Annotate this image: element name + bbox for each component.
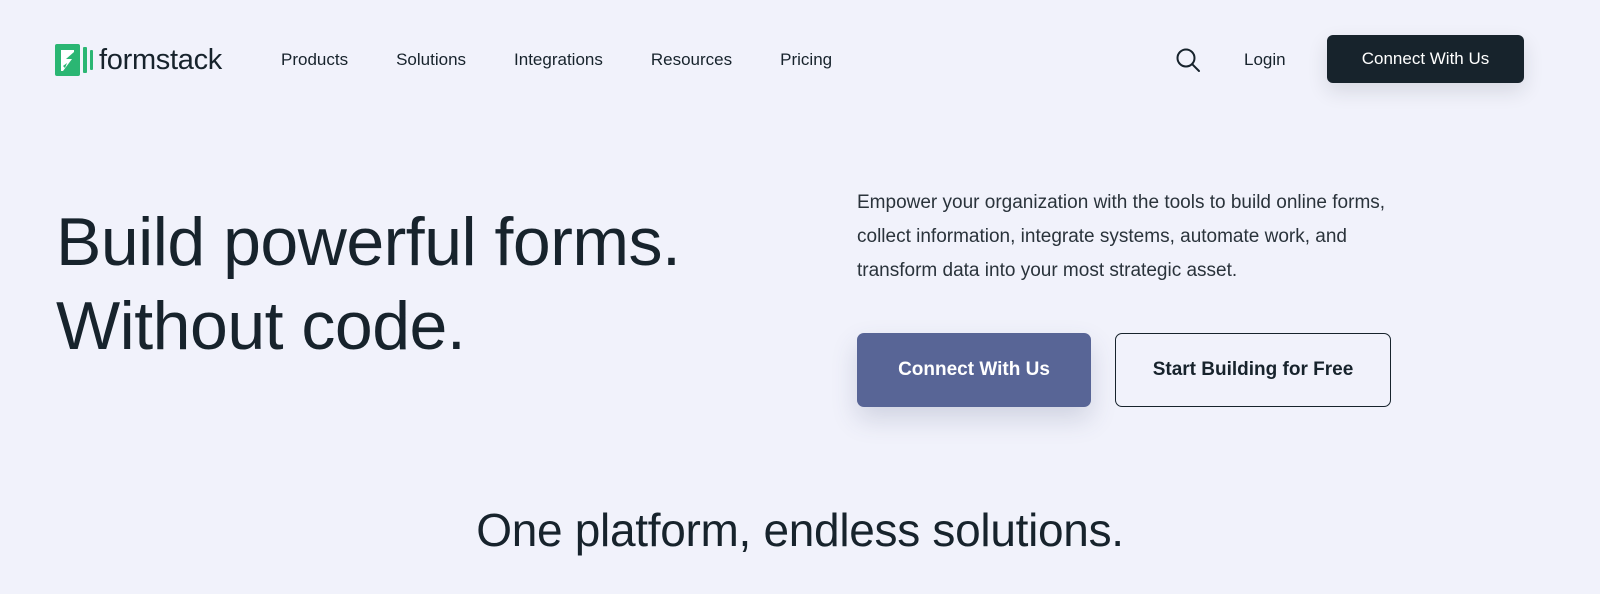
main-nav: Products Solutions Integrations Resource… bbox=[281, 48, 832, 72]
start-building-button[interactable]: Start Building for Free bbox=[1115, 333, 1391, 407]
hero-description-line: Empower your organization with the tools… bbox=[857, 192, 1386, 213]
search-button[interactable] bbox=[1174, 46, 1202, 74]
hero-description-line: transform data into your most strategic … bbox=[857, 260, 1238, 281]
login-link[interactable]: Login bbox=[1244, 48, 1286, 72]
hero-connect-button[interactable]: Connect With Us bbox=[857, 333, 1091, 407]
nav-item-products[interactable]: Products bbox=[281, 48, 348, 72]
hero-title: Build powerful forms. Without code. bbox=[56, 200, 681, 368]
hero-title-line: Without code. bbox=[56, 288, 466, 364]
nav-item-resources[interactable]: Resources bbox=[651, 48, 732, 72]
hero-description: Empower your organization with the tools… bbox=[857, 186, 1497, 288]
nav-item-integrations[interactable]: Integrations bbox=[514, 48, 603, 72]
formstack-logo[interactable]: formstack bbox=[55, 44, 222, 76]
section-title: One platform, endless solutions. bbox=[476, 504, 1124, 556]
logo-text: formstack bbox=[99, 44, 222, 76]
nav-item-pricing[interactable]: Pricing bbox=[780, 48, 832, 72]
hero-title-line: Build powerful forms. bbox=[56, 204, 681, 280]
header-connect-button[interactable]: Connect With Us bbox=[1327, 35, 1524, 83]
formstack-logo-icon bbox=[55, 44, 93, 76]
site-header: formstack Products Solutions Integration… bbox=[0, 0, 1600, 120]
page: formstack Products Solutions Integration… bbox=[0, 0, 1600, 594]
nav-item-solutions[interactable]: Solutions bbox=[396, 48, 466, 72]
hero-description-line: collect information, integrate systems, … bbox=[857, 226, 1348, 247]
search-icon bbox=[1176, 48, 1200, 72]
